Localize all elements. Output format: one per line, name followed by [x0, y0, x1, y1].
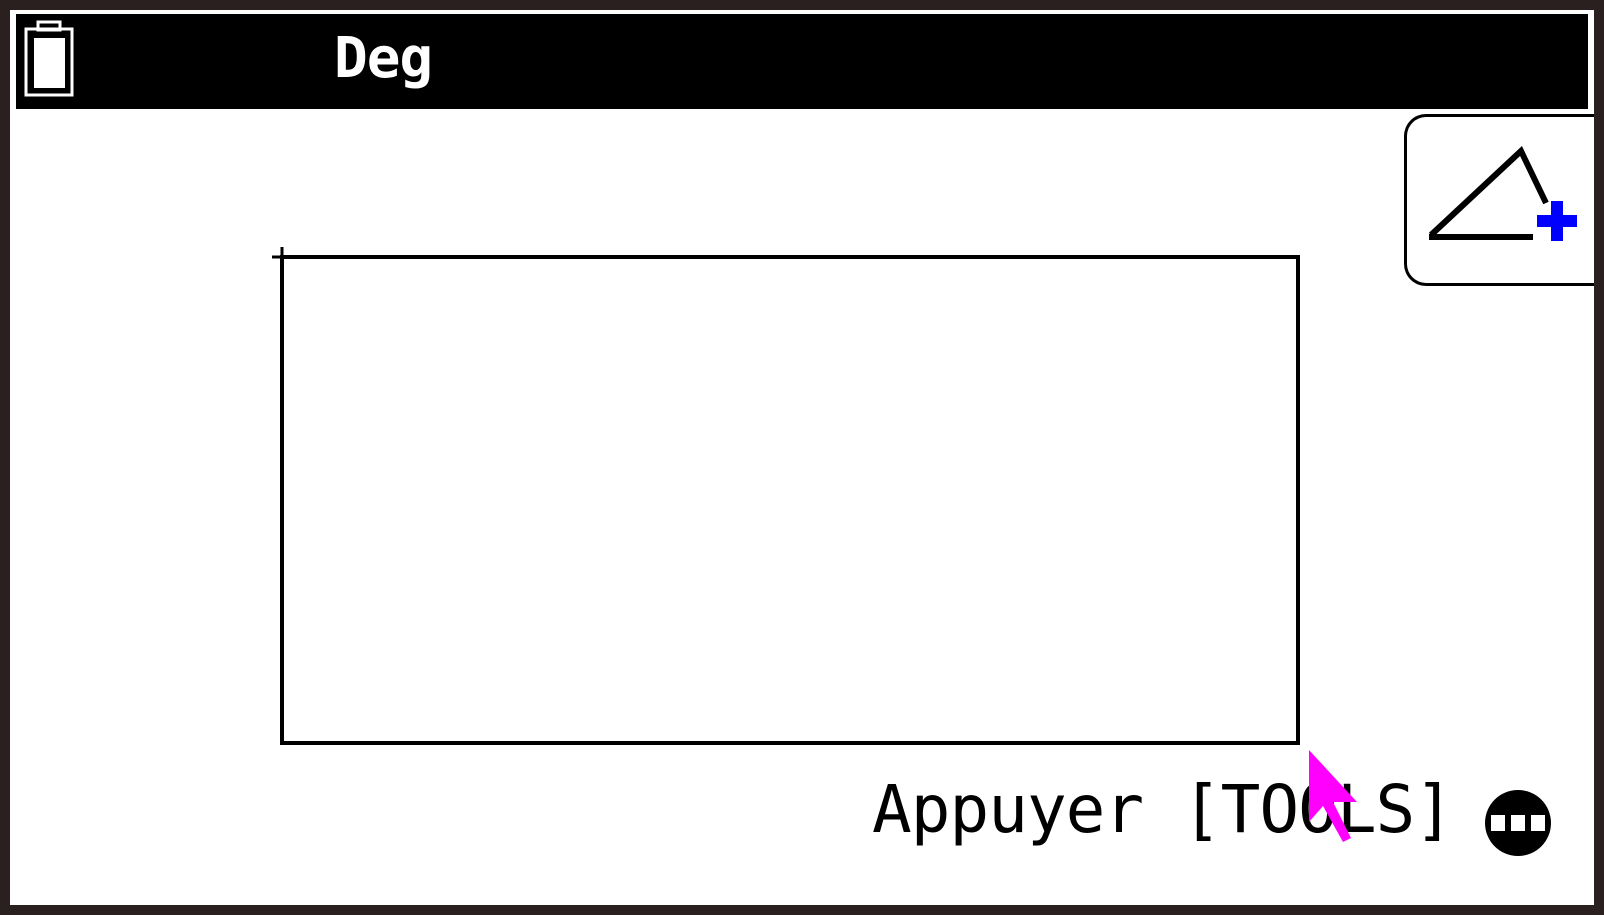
battery-icon	[24, 20, 74, 97]
add-shape-button[interactable]	[1404, 114, 1594, 286]
drawing-rectangle[interactable]	[280, 255, 1300, 745]
status-bar: Deg	[16, 14, 1588, 109]
more-icon[interactable]	[1483, 788, 1553, 858]
calculator-screen: Deg Appuyer [TOOLS]	[10, 10, 1594, 905]
pointer-cursor-icon	[1309, 750, 1357, 842]
triangle-plus-icon	[1428, 146, 1577, 241]
angle-mode-indicator: Deg	[334, 26, 433, 91]
